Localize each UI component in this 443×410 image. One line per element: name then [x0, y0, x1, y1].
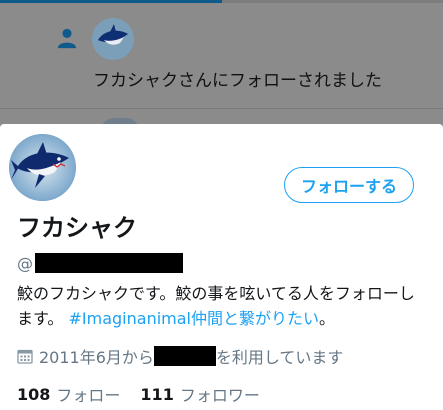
joined-date: 2011年6月から を利用しています — [17, 345, 343, 367]
handle-prefix: @ — [17, 253, 33, 273]
followers-link[interactable]: 111 フォロワー — [140, 382, 259, 406]
profile-card: フォローする フカシャク @ 鮫のフカシャクです。鮫の事を呟いてる人をフォローし… — [0, 124, 443, 410]
divider — [0, 108, 443, 109]
bio-suffix: 。 — [319, 309, 336, 328]
following-label: フォロー — [56, 386, 121, 405]
follow-button[interactable]: フォローする — [284, 167, 414, 203]
joined-suffix: を利用しています — [215, 348, 344, 367]
notification-background: フカシャクさんにフォローされました — [0, 0, 443, 132]
display-name: フカシャク — [17, 214, 137, 242]
bio-hashtag-link[interactable]: #Imaginanimal仲間と繋がりたい — [69, 309, 320, 328]
redacted-service-name — [153, 346, 216, 366]
calendar-icon — [17, 349, 33, 364]
notification-avatar[interactable] — [92, 18, 134, 60]
active-tab-indicator — [0, 0, 222, 3]
profile-avatar[interactable] — [9, 134, 76, 201]
person-icon — [57, 28, 77, 49]
followers-label: フォロワー — [179, 386, 260, 405]
notification-text: フカシャクさんにフォローされました — [93, 71, 382, 91]
following-count: 108 — [17, 384, 51, 404]
inactive-tab-indicator — [222, 0, 443, 3]
redacted-handle — [35, 253, 183, 273]
followers-count: 111 — [140, 384, 174, 404]
follow-counts: 108 フォロー 111 フォロワー — [17, 382, 260, 406]
following-link[interactable]: 108 フォロー — [17, 382, 120, 406]
bio: 鮫のフカシャクです。鮫の事を呟いてる人をフォローします。 #Imaginanim… — [17, 281, 427, 331]
handle-row: @ — [17, 252, 183, 274]
joined-prefix: 2011年6月から — [39, 348, 154, 367]
